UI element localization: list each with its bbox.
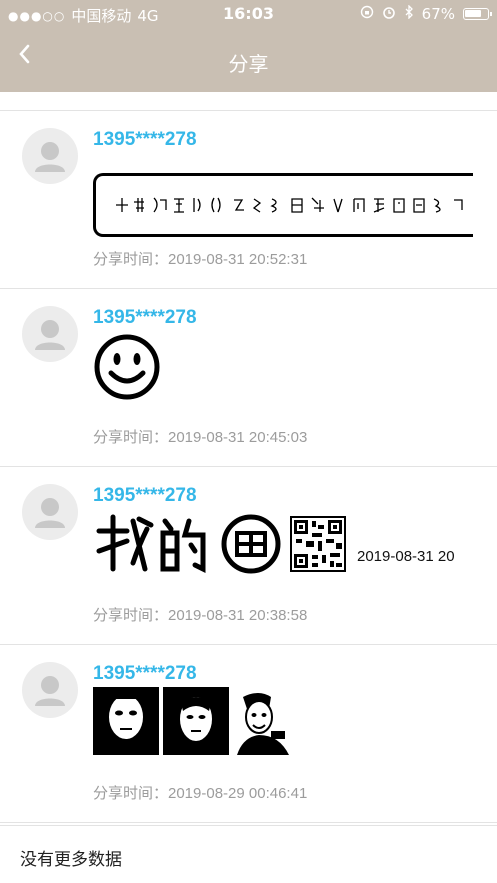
status-right: 67% (360, 4, 492, 23)
share-item[interactable]: 1395****278 (0, 645, 497, 823)
username[interactable]: 1395****278 (93, 307, 197, 329)
battery-icon (463, 8, 492, 20)
share-image-smiley[interactable] (93, 333, 161, 405)
avatar[interactable] (22, 662, 78, 718)
avatar[interactable] (22, 128, 78, 184)
share-image-portraits[interactable] (93, 687, 303, 759)
list-footer: 没有更多数据 (0, 825, 497, 883)
share-time: 分享时间：2019-08-31 20:45:03 (93, 429, 308, 446)
status-bar: ●●●○○ 中国移动 4G 16:03 67% (0, 0, 497, 28)
share-time: 分享时间：2019-08-31 20:52:31 (93, 251, 308, 268)
page-title: 分享 (228, 52, 269, 76)
share-list[interactable]: 1395****278 分享时间：2019-08-31 20:52:31 139… (0, 92, 497, 823)
share-item[interactable]: 1395****278 (0, 467, 497, 645)
lock-rotation-icon (360, 5, 374, 23)
share-time: 分享时间：2019-08-29 00:46:41 (93, 785, 308, 802)
username[interactable]: 1395****278 (93, 129, 197, 151)
default-avatar-icon (35, 498, 65, 528)
portraits-image (93, 687, 303, 755)
share-item[interactable]: 1395****278 分享时间：2019-08-31 20:45:03 (0, 289, 497, 467)
avatar[interactable] (22, 306, 78, 362)
share-image-text-qr[interactable]: 2019-08-31 20 (93, 511, 497, 581)
seal-script-frame (93, 173, 473, 237)
calligraphy-graphic (96, 514, 346, 574)
seal-script-glyphs (116, 197, 463, 213)
username[interactable]: 1395****278 (93, 485, 197, 507)
image-date-text: 2019-08-31 20 (357, 548, 455, 565)
share-item[interactable]: 1395****278 (0, 111, 497, 289)
default-avatar-icon (35, 320, 65, 350)
avatar[interactable] (22, 484, 78, 540)
alarm-icon (382, 5, 396, 23)
nav-bar: 分享 (0, 28, 497, 92)
smiley-face-icon (94, 334, 160, 400)
username[interactable]: 1395****278 (93, 663, 197, 685)
bluetooth-icon (404, 4, 414, 23)
qr-code-icon (290, 516, 346, 572)
share-time: 分享时间：2019-08-31 20:38:58 (93, 607, 308, 624)
default-avatar-icon (35, 676, 65, 706)
battery-percent: 67% (421, 5, 455, 23)
no-more-data-label: 没有更多数据 (20, 850, 122, 870)
default-avatar-icon (35, 142, 65, 172)
list-top-spacer (0, 92, 497, 111)
share-image-seal-script[interactable] (93, 155, 497, 245)
